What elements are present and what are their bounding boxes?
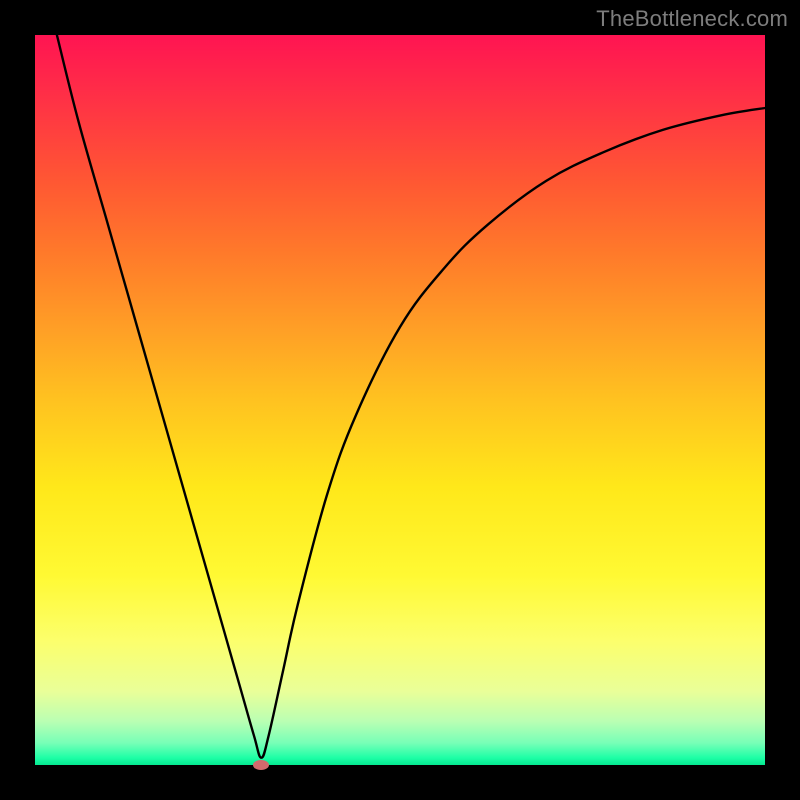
chart-frame: TheBottleneck.com — [0, 0, 800, 800]
plot-area — [35, 35, 765, 765]
bottleneck-curve — [57, 35, 765, 758]
curve-svg — [35, 35, 765, 765]
minimum-marker — [253, 760, 269, 770]
watermark-text: TheBottleneck.com — [596, 6, 788, 32]
